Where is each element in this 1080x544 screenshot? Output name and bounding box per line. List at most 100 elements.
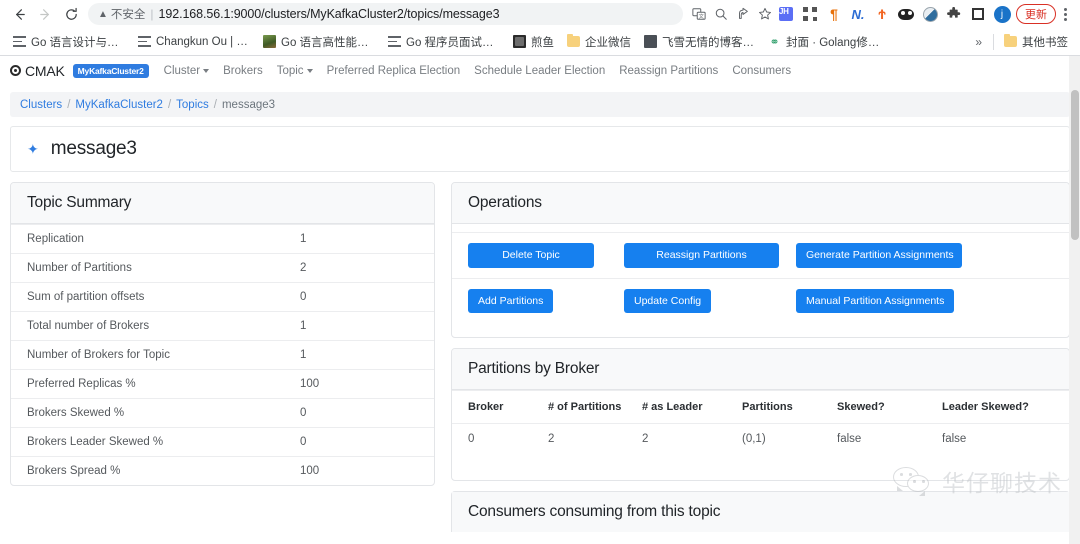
chrome-menu-icon[interactable] xyxy=(1056,7,1074,21)
qrcode-extension-icon[interactable] xyxy=(799,3,821,25)
back-arrow-icon[interactable] xyxy=(6,1,32,27)
update-config-button[interactable]: Update Config xyxy=(624,288,712,313)
share-icon[interactable] xyxy=(733,4,753,24)
url-text: 192.168.56.1:9000/clusters/MyKafkaCluste… xyxy=(158,7,500,21)
cell-partitions: (0,1) xyxy=(742,433,766,445)
summary-value: 100 xyxy=(300,378,320,390)
translate-icon[interactable]: 文 xyxy=(689,4,709,24)
address-bar[interactable]: ▲ 不安全 | 192.168.56.1:9000/clusters/MyKaf… xyxy=(88,3,683,25)
col-partitions: Partitions xyxy=(742,390,837,424)
bookmarks-overflow-button[interactable]: » xyxy=(967,35,990,49)
other-bookmarks-label: 其他书签 xyxy=(1022,36,1068,49)
omnibox-actions: 文 xyxy=(689,4,775,24)
cell-leader-skewed: false xyxy=(942,433,967,445)
omnibox-divider: | xyxy=(150,7,154,21)
nav-label: Reassign Partitions xyxy=(619,64,719,77)
notion-extension-icon[interactable]: N. xyxy=(847,3,869,25)
operations-row-2: Add Partitions Update Config Manual Part… xyxy=(452,277,1069,324)
chevron-down-icon xyxy=(306,68,313,73)
bookmark-item[interactable]: 飞雪无情的博客 |... xyxy=(637,32,762,52)
globe-extension-icon[interactable] xyxy=(919,3,941,25)
manual-partition-assignments-slot: Manual Partition Assignments xyxy=(796,288,955,313)
nav-label: Topic xyxy=(276,64,304,77)
security-label: 不安全 xyxy=(110,9,146,21)
puzzle-extensions-icon[interactable] xyxy=(943,3,965,25)
cmak-brand-label: CMAK xyxy=(25,62,65,79)
summary-key: Brokers Leader Skewed % xyxy=(27,436,164,448)
other-bookmarks-folder[interactable]: 其他书签 xyxy=(997,32,1074,52)
nav-item-consumers[interactable]: Consumers xyxy=(725,65,798,77)
jihulab-badge: JH xyxy=(779,7,793,21)
reassign-partitions-slot: Reassign Partitions xyxy=(624,243,796,268)
left-column: Topic Summary Replication 1 Number of Par… xyxy=(10,182,435,496)
extension-icons: JH ¶ N. Ϯ j xyxy=(775,3,1013,25)
security-warning[interactable]: ▲ 不安全 xyxy=(98,6,145,22)
bookmark-item[interactable]: Go 程序员面试笔试... xyxy=(381,32,506,52)
bookmark-item[interactable]: ⚭ 封面 · Golang修养... xyxy=(762,32,892,52)
bookmark-item[interactable]: Go 语言高性能编程... xyxy=(256,32,381,52)
broker-link[interactable]: 0 xyxy=(452,424,548,455)
cluster-badge[interactable]: MyKafkaCluster2 xyxy=(72,63,149,78)
sidepanel-icon[interactable] xyxy=(967,3,989,25)
topic-bullet-icon: ✦ xyxy=(27,141,39,157)
summary-value: 1 xyxy=(300,233,307,245)
generate-partition-assignments-button[interactable]: Generate Partition Assignments xyxy=(796,243,962,268)
nav-item-reassign-partitions[interactable]: Reassign Partitions xyxy=(612,65,725,77)
bookmark-star-icon[interactable] xyxy=(755,4,775,24)
paragraph-extension-icon[interactable]: ¶ xyxy=(823,3,845,25)
chevron-down-icon xyxy=(203,68,210,73)
operations-row-1: Delete Topic Reassign Partitions Generat… xyxy=(452,232,1069,278)
bookmark-item[interactable]: 企业微信 xyxy=(560,32,637,52)
summary-key: Total number of Brokers xyxy=(27,320,150,332)
page-title: message3 xyxy=(50,138,137,159)
table-row: 0 2 2 (0,1) false false xyxy=(452,424,1069,455)
green-leaf-icon: ⚭ xyxy=(769,34,780,49)
summary-value: 2 xyxy=(300,262,307,274)
partitions-by-broker-table: Broker # of Partitions # as Leader Parti… xyxy=(452,390,1069,454)
cmak-brand[interactable]: CMAK xyxy=(10,63,65,79)
eyes-extension-icon[interactable] xyxy=(895,3,917,25)
avatar[interactable]: j xyxy=(991,3,1013,25)
nav-label: Cluster xyxy=(163,64,201,77)
jihulab-extension-icon[interactable]: JH xyxy=(775,3,797,25)
reload-icon[interactable] xyxy=(58,1,84,27)
col-num-partitions: # of Partitions xyxy=(548,390,642,424)
consumers-card: Consumers consuming from this topic xyxy=(451,491,1070,532)
summary-key: Brokers Spread % xyxy=(27,465,121,477)
summary-value: 0 xyxy=(300,407,307,419)
page-scrollbar[interactable] xyxy=(1069,56,1080,544)
q-extension-icon[interactable]: Ϯ xyxy=(871,3,893,25)
table-row: Preferred Replicas % 100 xyxy=(11,369,434,399)
reassign-partitions-button[interactable]: Reassign Partitions xyxy=(624,243,779,268)
page-scrollbar-thumb[interactable] xyxy=(1071,90,1079,240)
summary-value: 1 xyxy=(300,349,307,361)
nav-label: Preferred Replica Election xyxy=(326,64,461,77)
nav-item-cluster[interactable]: Cluster xyxy=(157,65,216,77)
summary-value: 100 xyxy=(300,465,320,477)
manual-partition-assignments-button[interactable]: Manual Partition Assignments xyxy=(796,288,955,313)
nav-item-schedule-leader-election[interactable]: Schedule Leader Election xyxy=(467,65,612,77)
forward-arrow-icon[interactable] xyxy=(32,1,58,27)
breadcrumb-item-topics[interactable]: Topics xyxy=(176,99,209,111)
doc-lines-icon xyxy=(137,35,151,49)
delete-topic-button[interactable]: Delete Topic xyxy=(468,243,594,268)
update-button[interactable]: 更新 xyxy=(1016,4,1056,24)
col-as-leader: # as Leader xyxy=(642,390,742,424)
search-icon[interactable] xyxy=(711,4,731,24)
breadcrumb-item-clusters[interactable]: Clusters xyxy=(20,99,62,111)
topic-summary-title: Topic Summary xyxy=(11,183,434,224)
bookmark-label: 封面 · Golang修养... xyxy=(786,36,886,49)
nav-item-topic[interactable]: Topic xyxy=(270,65,320,77)
breadcrumb-item-current: message3 xyxy=(221,98,276,111)
update-config-slot: Update Config xyxy=(624,288,796,313)
summary-value: 0 xyxy=(300,291,307,303)
add-partitions-button[interactable]: Add Partitions xyxy=(468,288,554,313)
cell-skewed: false xyxy=(837,433,862,445)
bookmark-item[interactable]: 煎鱼 xyxy=(506,32,560,52)
right-column: Operations Delete Topic Reassign Partiti… xyxy=(451,182,1070,532)
bookmark-item[interactable]: Go 语言设计与实现... xyxy=(6,32,131,52)
breadcrumb-item-cluster[interactable]: MyKafkaCluster2 xyxy=(75,99,163,111)
nav-item-preferred-replica-election[interactable]: Preferred Replica Election xyxy=(320,65,468,77)
nav-item-brokers[interactable]: Brokers xyxy=(216,65,270,77)
bookmark-item[interactable]: Changkun Ou | G... xyxy=(131,33,256,51)
